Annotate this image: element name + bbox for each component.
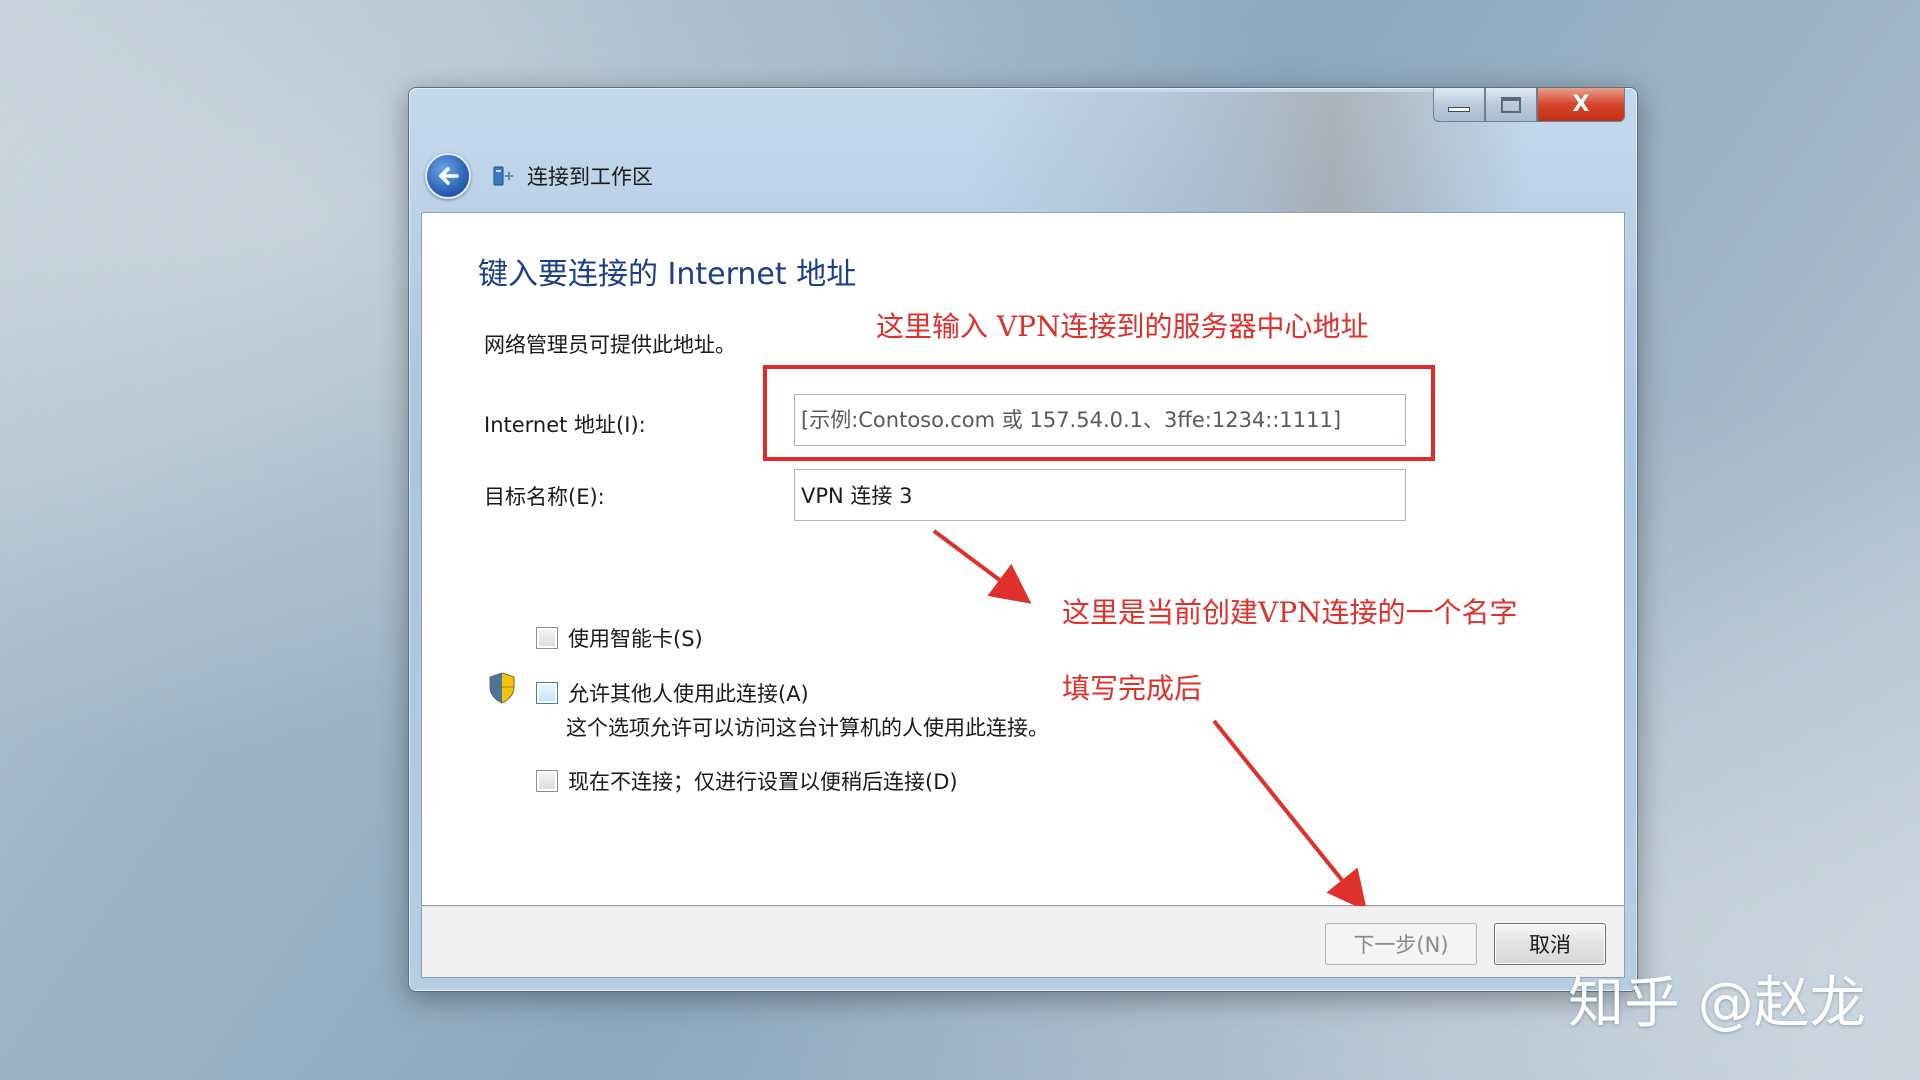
address-highlight-box	[763, 365, 1435, 461]
annotation-name-hint: 这里是当前创建VPN连接的一个名字	[1062, 596, 1518, 629]
minimize-button[interactable]	[1433, 88, 1485, 122]
option-allow-others[interactable]: 允许其他人使用此连接(A)	[536, 678, 809, 708]
page-heading: 键入要连接的 Internet 地址	[478, 257, 857, 292]
wizard-content: 键入要连接的 Internet 地址 网络管理员可提供此地址。 Internet…	[421, 212, 1625, 907]
minimize-icon	[1448, 107, 1470, 112]
dont-connect-now-checkbox[interactable]	[536, 770, 558, 792]
destination-name-input[interactable]	[794, 469, 1406, 521]
back-arrow-icon	[439, 167, 459, 185]
allow-others-note: 这个选项允许可以访问这台计算机的人使用此连接。	[566, 716, 1049, 740]
option-dont-connect-now[interactable]: 现在不连接；仅进行设置以便稍后连接(D)	[536, 766, 958, 796]
dont-connect-now-label: 现在不连接；仅进行设置以便稍后连接(D)	[568, 770, 958, 794]
maximize-icon	[1501, 96, 1521, 113]
internet-address-label: Internet 地址(I):	[484, 413, 646, 437]
annotation-address-hint: 这里输入 VPN连接到的服务器中心地址	[876, 310, 1369, 343]
destination-name-label: 目标名称(E):	[484, 485, 605, 509]
uac-shield-icon	[489, 672, 515, 704]
smart-card-label: 使用智能卡(S)	[568, 627, 703, 651]
arrow-to-name-input	[932, 529, 1032, 604]
wizard-title: 连接到工作区	[527, 165, 653, 189]
annotation-after-hint: 填写完成后	[1062, 672, 1203, 705]
wizard-nav: 连接到工作区	[425, 152, 653, 200]
caption-buttons: X	[1433, 88, 1625, 126]
allow-others-checkbox[interactable]	[536, 682, 558, 704]
option-smart-card[interactable]: 使用智能卡(S)	[536, 623, 703, 653]
allow-others-label: 允许其他人使用此连接(A)	[568, 682, 809, 706]
maximize-button[interactable]	[1485, 88, 1537, 122]
wizard-footer: 下一步(N) 取消	[421, 906, 1625, 978]
zhihu-watermark: 知乎 @赵龙	[1568, 971, 1866, 1036]
arrow-to-next-button	[1212, 719, 1368, 907]
network-icon	[493, 166, 513, 186]
close-button[interactable]: X	[1537, 88, 1625, 122]
smart-card-checkbox[interactable]	[536, 627, 558, 649]
next-button[interactable]: 下一步(N)	[1325, 923, 1477, 965]
vpn-wizard-window: X 连接到工作区 键入要连接的 Internet 地址 网络管理员可提供此地址。…	[408, 87, 1638, 992]
page-description: 网络管理员可提供此地址。	[484, 333, 736, 357]
back-button[interactable]	[425, 153, 471, 199]
